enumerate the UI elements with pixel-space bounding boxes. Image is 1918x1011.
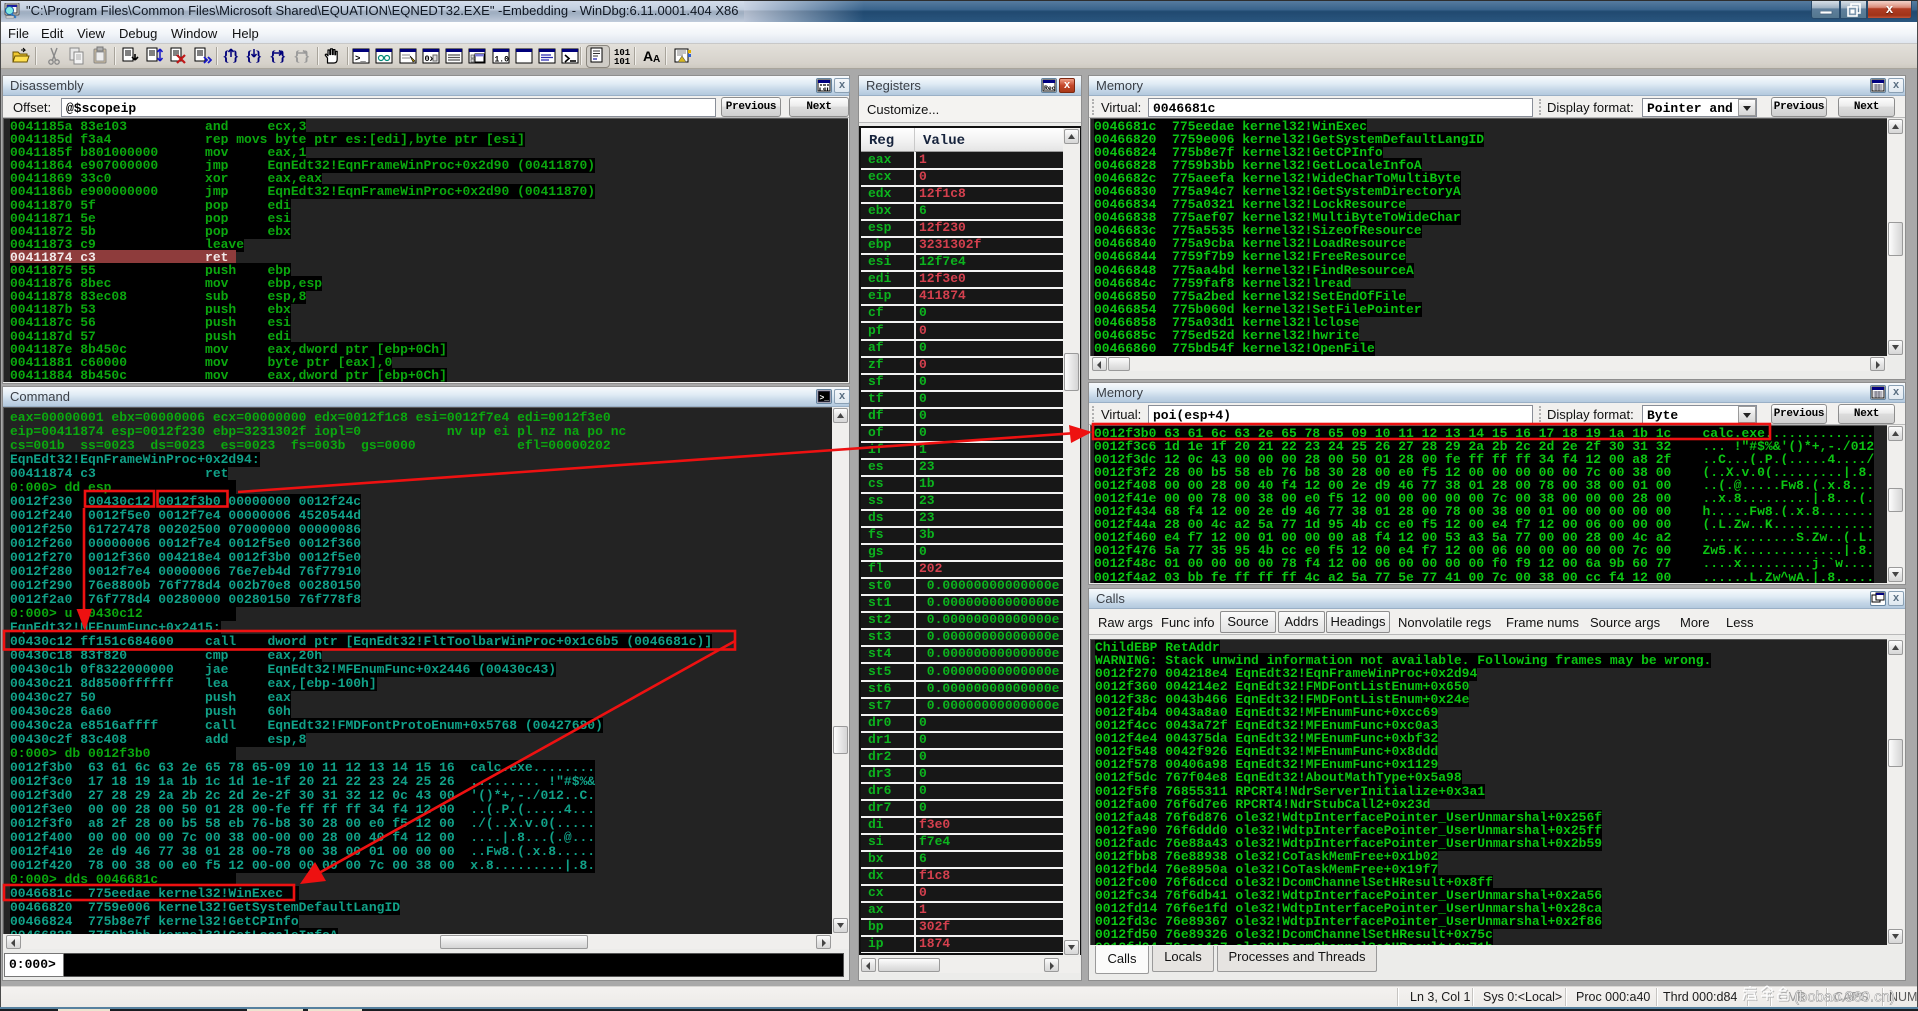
svg-text:>_: >_	[355, 54, 366, 64]
svg-text:101: 101	[614, 57, 631, 66]
svg-text:1.0: 1.0	[495, 56, 510, 65]
svg-text:A: A	[643, 48, 653, 64]
svg-text:>_: >_	[820, 394, 830, 403]
svg-text:{ }: { }	[294, 49, 310, 65]
svg-text:{ }: { }	[270, 49, 286, 65]
svg-text:A: A	[653, 54, 660, 65]
svg-text:Reg: Reg	[1044, 85, 1056, 92]
svg-text:(bobao.360.cn): (bobao.360.cn)	[1794, 989, 1895, 1006]
